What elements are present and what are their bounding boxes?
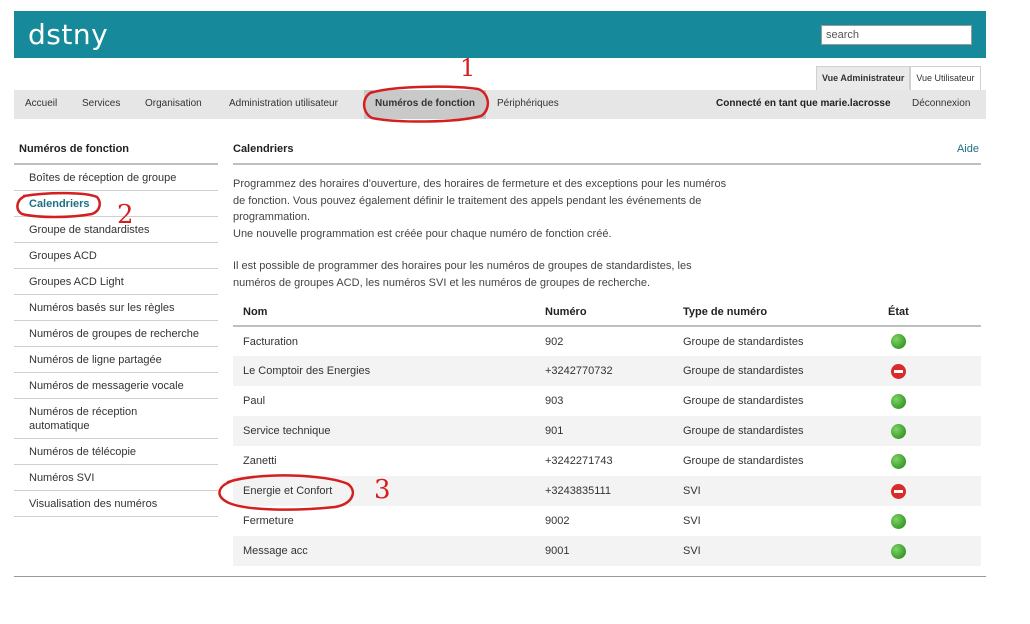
search-input[interactable] <box>821 25 972 45</box>
nav-numeros-de-fonction[interactable]: Numéros de fonction <box>364 90 486 119</box>
table-row[interactable]: Zanetti +3242271743 Groupe de standardiste… <box>233 446 981 476</box>
description-paragraph-1: Programmez des horaires d'ouverture, des… <box>233 178 727 223</box>
page-description: Programmez des horaires d'ouverture, des… <box>233 176 733 291</box>
row-number-cell: 9002 <box>545 515 570 527</box>
tab-user-view[interactable]: Vue Utilisateur <box>910 66 981 90</box>
row-number-cell: 9001 <box>535 536 673 566</box>
sidebar-item-groupe-standardistes[interactable]: Groupe de standardistes <box>14 217 218 243</box>
row-type-cell: Groupe de standardistes <box>673 416 878 446</box>
table-row[interactable]: Fermeture 9002 SVI <box>233 506 981 536</box>
table-row[interactable]: Service technique 901 Groupe de standardis… <box>233 416 981 446</box>
column-header-number[interactable]: Numéro <box>535 299 673 327</box>
page-title: Calendriers Aide <box>233 140 981 165</box>
status-active-icon <box>891 543 906 559</box>
table-row[interactable]: Facturation 902 Groupe de standardistes <box>233 326 981 356</box>
column-header-state[interactable]: État <box>878 299 981 327</box>
main-nav: Accueil Services Organisation Administra… <box>14 90 986 119</box>
tab-admin-view[interactable]: Vue Administrateur <box>816 66 911 90</box>
table-row[interactable]: Message acc 9001 SVI <box>233 536 981 566</box>
sidebar-item-calendriers[interactable]: Calendriers <box>14 191 218 217</box>
row-state-cell <box>878 506 981 536</box>
sidebar-item-reception-automatique[interactable]: Numéros de réception automatique <box>14 399 218 439</box>
row-state-cell <box>878 386 981 416</box>
row-name-cell: Le Comptoir des Energies <box>233 356 535 386</box>
sidebar-item-boites-reception-groupe[interactable]: Boîtes de réception de groupe <box>14 165 218 191</box>
row-name-cell: Fermeture <box>243 515 294 527</box>
row-number-cell: +3242770732 <box>535 356 673 386</box>
annotation-mark-1: 1 <box>460 54 475 82</box>
sidebar-title: Numéros de fonction <box>14 140 218 165</box>
status-active-icon <box>891 393 906 409</box>
row-number-cell: +3242271743 <box>545 455 613 467</box>
help-link[interactable]: Aide <box>957 143 979 155</box>
sidebar-item-ligne-partagee[interactable]: Numéros de ligne partagée <box>14 347 218 373</box>
footer-divider <box>14 576 986 577</box>
nav-services[interactable]: Services <box>82 90 120 119</box>
row-state-cell <box>878 446 981 476</box>
row-name-cell: Paul <box>243 395 266 407</box>
row-type-cell: SVI <box>673 476 878 506</box>
status-active-icon <box>891 513 906 529</box>
row-type-cell: Groupe de standardistes <box>683 335 804 348</box>
row-number-cell: 903 <box>545 395 564 407</box>
sidebar-item-numeros-regles[interactable]: Numéros basés sur les règles <box>14 295 218 321</box>
brand-logo[interactable]: dstny <box>28 18 108 51</box>
sidebar-item-numeros-svi[interactable]: Numéros SVI <box>14 465 218 491</box>
description-paragraph-2: Une nouvelle programmation est créée pou… <box>233 227 612 240</box>
connected-user-label: Connecté en tant que marie.lacrosse <box>716 98 891 109</box>
row-type-cell: Groupe de standardistes <box>673 356 878 386</box>
logo-text: dstny <box>28 18 109 51</box>
status-active-icon <box>891 423 906 439</box>
row-name-cell: Message acc <box>233 536 535 566</box>
row-type-cell: SVI <box>683 515 701 527</box>
view-switcher: Vue Administrateur Vue Utilisateur <box>816 66 981 90</box>
logout-link[interactable]: Déconnexion <box>912 90 970 119</box>
sidebar: Numéros de fonction Boîtes de réception … <box>14 140 218 517</box>
sidebar-item-groupes-acd-light[interactable]: Groupes ACD Light <box>14 269 218 295</box>
nav-accueil[interactable]: Accueil <box>25 90 57 119</box>
nav-peripheriques[interactable]: Périphériques <box>497 90 559 119</box>
row-state-cell <box>878 356 981 386</box>
app-header: dstny <box>14 11 986 58</box>
row-state-cell <box>878 416 981 446</box>
column-header-type[interactable]: Type de numéro <box>673 299 878 327</box>
column-header-name[interactable]: Nom <box>233 299 535 327</box>
status-blocked-icon <box>891 483 906 499</box>
table-body: Facturation 902 Groupe de standardistes Le … <box>233 326 981 566</box>
status-active-icon <box>891 453 906 469</box>
row-type-cell: Groupe de standardistes <box>683 455 804 467</box>
sidebar-item-messagerie-vocale[interactable]: Numéros de messagerie vocale <box>14 373 218 399</box>
row-name-cell: Facturation <box>243 335 299 348</box>
nav-organisation[interactable]: Organisation <box>145 90 202 119</box>
status-active-icon <box>891 334 906 349</box>
sidebar-item-groupes-recherche[interactable]: Numéros de groupes de recherche <box>14 321 218 347</box>
sidebar-item-telecopie[interactable]: Numéros de télécopie <box>14 439 218 465</box>
row-number-cell: +3243835111 <box>535 476 673 506</box>
table-row[interactable]: Energie et Confort +3243835111 SVI <box>233 476 981 506</box>
row-type-cell: SVI <box>673 536 878 566</box>
table-row[interactable]: Le Comptoir des Energies +3242770732 Group… <box>233 356 981 386</box>
row-state-cell <box>878 536 981 566</box>
sidebar-item-groupes-acd[interactable]: Groupes ACD <box>14 243 218 269</box>
row-type-cell: Groupe de standardistes <box>683 395 804 407</box>
calendars-table: Nom Numéro Type de numéro État Facturati… <box>233 299 981 566</box>
row-state-cell <box>878 326 981 356</box>
description-paragraph-3: Il est possible de programmer des horair… <box>233 260 692 289</box>
page-title-text: Calendriers <box>233 143 294 155</box>
status-blocked-icon <box>891 363 906 379</box>
row-state-cell <box>878 476 981 506</box>
row-name-cell: Service technique <box>233 416 535 446</box>
row-name-cell: Zanetti <box>243 455 277 467</box>
row-name-cell: Energie et Confort <box>233 476 535 506</box>
row-number-cell: 901 <box>535 416 673 446</box>
nav-administration-utilisateur[interactable]: Administration utilisateur <box>229 90 338 119</box>
row-number-cell: 902 <box>545 335 564 348</box>
table-row[interactable]: Paul 903 Groupe de standardistes <box>233 386 981 416</box>
sidebar-item-visualisation-numeros[interactable]: Visualisation des numéros <box>14 491 218 517</box>
main-content: Calendriers Aide Programmez des horaires… <box>233 140 981 566</box>
table-header-row: Nom Numéro Type de numéro État <box>233 299 981 327</box>
